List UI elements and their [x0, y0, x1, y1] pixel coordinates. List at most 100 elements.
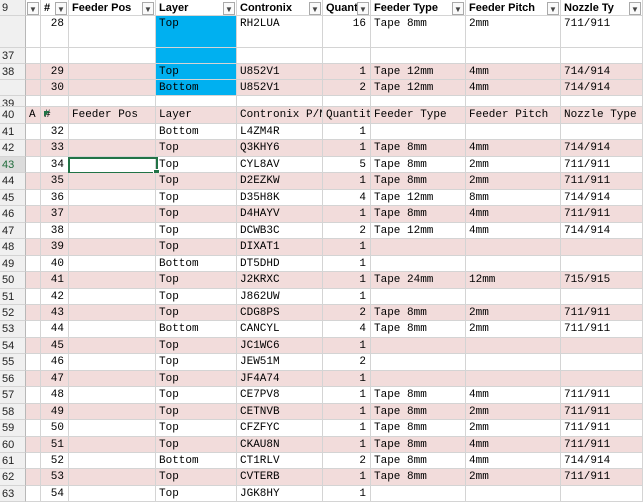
column-header-qty[interactable]: Quanti ▼ [323, 0, 371, 16]
cell-layer[interactable]: Top [156, 64, 237, 80]
cell-feeder-pitch[interactable]: 2mm [466, 321, 561, 338]
cell-nozzle-type[interactable]: 711/911 [561, 206, 643, 223]
cell-layer[interactable]: Top [156, 437, 237, 453]
cell-part-number[interactable]: D35H8K [237, 190, 323, 206]
cell-nozzle-type[interactable] [561, 239, 643, 256]
cell-feeder-type[interactable] [371, 124, 466, 140]
cell-part-number[interactable]: CKAU8N [237, 437, 323, 453]
header-cell-qty[interactable]: Quantity [323, 107, 371, 124]
header-cell-a[interactable]: A [26, 107, 41, 124]
filter-dropdown-icon[interactable]: ▼ [452, 2, 464, 15]
cell-feeder-type[interactable]: Tape 12mm [371, 64, 466, 80]
cell-nozzle-type[interactable]: 714/914 [561, 223, 643, 239]
cell-feeder-pitch[interactable] [466, 96, 561, 107]
cell-part-number[interactable]: JF4A74 [237, 371, 323, 387]
cell-number[interactable] [41, 48, 69, 64]
cell-feeder-pos[interactable] [69, 354, 156, 371]
cell-feeder-type[interactable]: Tape 8mm [371, 453, 466, 469]
cell-part-number[interactable]: DIXAT1 [237, 239, 323, 256]
cell-a[interactable] [26, 256, 41, 272]
cell-feeder-pitch[interactable]: 2mm [466, 305, 561, 321]
cell-a[interactable] [26, 190, 41, 206]
cell-a[interactable] [26, 124, 41, 140]
cell-feeder-pitch[interactable]: 12mm [466, 272, 561, 289]
header-cell-layer[interactable]: Layer [156, 107, 237, 124]
cell-feeder-pitch[interactable]: 4mm [466, 453, 561, 469]
cell-number[interactable]: 29 [41, 64, 69, 80]
cell-nozzle-type[interactable]: 711/911 [561, 157, 643, 173]
cell-nozzle-type[interactable] [561, 256, 643, 272]
cell-layer[interactable]: Top [156, 404, 237, 420]
cell-quantity[interactable]: 1 [323, 437, 371, 453]
cell-number[interactable]: 52 [41, 453, 69, 469]
cell-nozzle-type[interactable] [561, 124, 643, 140]
cell-a[interactable] [26, 96, 41, 107]
cell-number[interactable]: 50 [41, 420, 69, 437]
cell-a[interactable] [26, 387, 41, 404]
cell-feeder-type[interactable] [371, 239, 466, 256]
cell-feeder-pitch[interactable]: 2mm [466, 420, 561, 437]
cell-number[interactable] [41, 96, 69, 107]
cell-a[interactable] [26, 354, 41, 371]
cell-a[interactable] [26, 469, 41, 486]
cell-part-number[interactable]: CVTERB [237, 469, 323, 486]
cell-a[interactable] [26, 321, 41, 338]
cell-nozzle-type[interactable] [561, 371, 643, 387]
cell-quantity[interactable] [323, 96, 371, 107]
cell-feeder-type[interactable]: Tape 8mm [371, 157, 466, 173]
cell-layer[interactable] [156, 96, 237, 107]
cell-a[interactable] [26, 80, 41, 96]
cell-quantity[interactable]: 1 [323, 371, 371, 387]
cell-feeder-pos[interactable] [69, 190, 156, 206]
filter-dropdown-icon[interactable]: ▼ [309, 2, 321, 15]
cell-feeder-pos[interactable] [69, 157, 156, 173]
cell-feeder-pitch[interactable]: 4mm [466, 80, 561, 96]
cell-quantity[interactable]: 1 [323, 338, 371, 354]
cell-quantity[interactable]: 1 [323, 387, 371, 404]
cell-feeder-type[interactable] [371, 96, 466, 107]
col-a-header[interactable]: ▼ [26, 0, 41, 16]
cell-layer[interactable]: Top [156, 354, 237, 371]
cell-number[interactable]: 35 [41, 173, 69, 190]
cell-number[interactable]: 32 [41, 124, 69, 140]
cell-feeder-type[interactable]: Tape 8mm [371, 16, 466, 48]
cell-number[interactable]: 37 [41, 206, 69, 223]
cell-part-number[interactable]: Q3KHY6 [237, 140, 323, 157]
cell-feeder-pos[interactable] [69, 272, 156, 289]
cell-feeder-type[interactable]: Tape 8mm [371, 206, 466, 223]
cell-number[interactable]: 30 [41, 80, 69, 96]
filter-dropdown-icon[interactable]: ▼ [629, 2, 641, 15]
cell-quantity[interactable]: 2 [323, 223, 371, 239]
cell-part-number[interactable]: D4HAYV [237, 206, 323, 223]
cell-quantity[interactable]: 16 [323, 16, 371, 48]
cell-part-number[interactable]: CDG8PS [237, 305, 323, 321]
cell-part-number[interactable]: U852V1 [237, 80, 323, 96]
cell-feeder-pos[interactable] [69, 80, 156, 96]
cell-number[interactable]: 28 [41, 16, 69, 48]
cell-feeder-type[interactable]: Tape 12mm [371, 223, 466, 239]
header-cell-pitch[interactable]: Feeder Pitch [466, 107, 561, 124]
cell-feeder-pos[interactable] [69, 239, 156, 256]
cell-feeder-pitch[interactable]: 4mm [466, 64, 561, 80]
cell-nozzle-type[interactable]: 711/911 [561, 173, 643, 190]
cell-feeder-pos[interactable] [69, 16, 156, 48]
cell-a[interactable] [26, 305, 41, 321]
cell-layer[interactable]: Top [156, 305, 237, 321]
cell-nozzle-type[interactable]: 711/911 [561, 437, 643, 453]
cell-feeder-type[interactable] [371, 354, 466, 371]
cell-a[interactable] [26, 404, 41, 420]
cell-quantity[interactable]: 1 [323, 420, 371, 437]
cell-layer[interactable]: Top [156, 289, 237, 305]
column-header-part[interactable]: Contronix ▼ [237, 0, 323, 16]
cell-feeder-pitch[interactable]: 2mm [466, 16, 561, 48]
cell-feeder-pitch[interactable] [466, 256, 561, 272]
cell-nozzle-type[interactable]: 714/914 [561, 140, 643, 157]
cell-feeder-pitch[interactable]: 2mm [466, 157, 561, 173]
cell-part-number[interactable]: D2EZKW [237, 173, 323, 190]
cell-feeder-type[interactable] [371, 338, 466, 354]
cell-layer[interactable]: Top [156, 387, 237, 404]
column-header-ftype[interactable]: Feeder Type ▼ [371, 0, 466, 16]
cell-feeder-pos[interactable] [69, 453, 156, 469]
cell-layer[interactable]: Top [156, 371, 237, 387]
cell-feeder-pitch[interactable] [466, 124, 561, 140]
